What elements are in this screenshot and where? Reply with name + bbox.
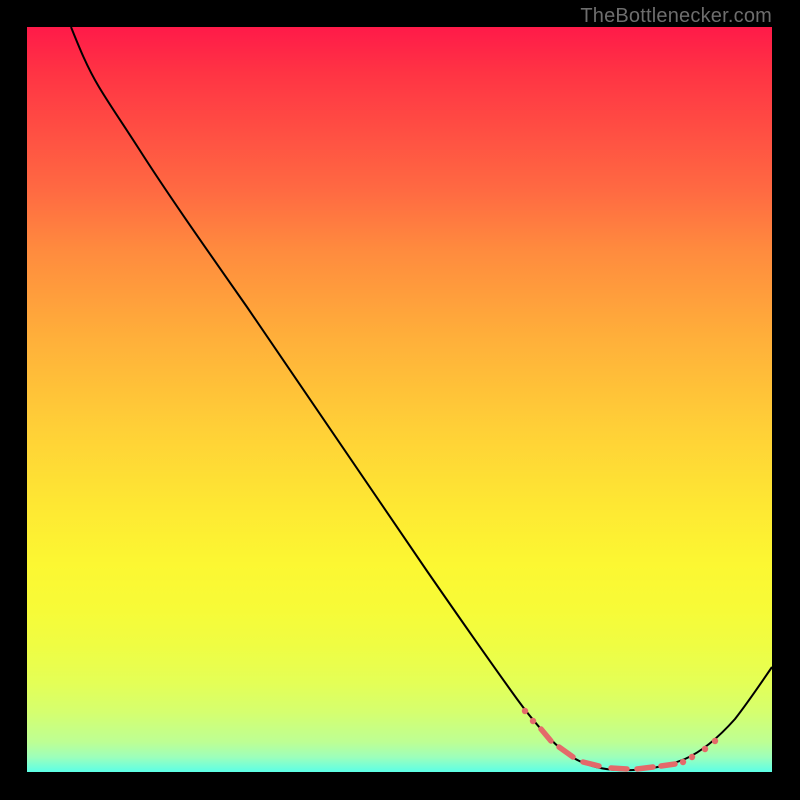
bottleneck-curve [71,27,772,770]
highlight-dot [712,738,718,744]
highlight-dot [702,746,708,752]
highlight-dash [661,764,675,766]
highlight-dash [559,747,573,757]
highlight-dash [637,767,653,769]
highlight-dot [689,754,695,760]
highlight-dash [611,768,627,769]
highlight-dash [583,762,599,766]
chart-container: TheBottlenecker.com [0,0,800,800]
highlight-dot [522,708,528,714]
watermark-text: TheBottlenecker.com [580,5,772,28]
curve-overlay [27,27,772,772]
highlight-dash [541,729,551,741]
highlight-dot [530,718,536,724]
highlight-dot [680,759,686,765]
